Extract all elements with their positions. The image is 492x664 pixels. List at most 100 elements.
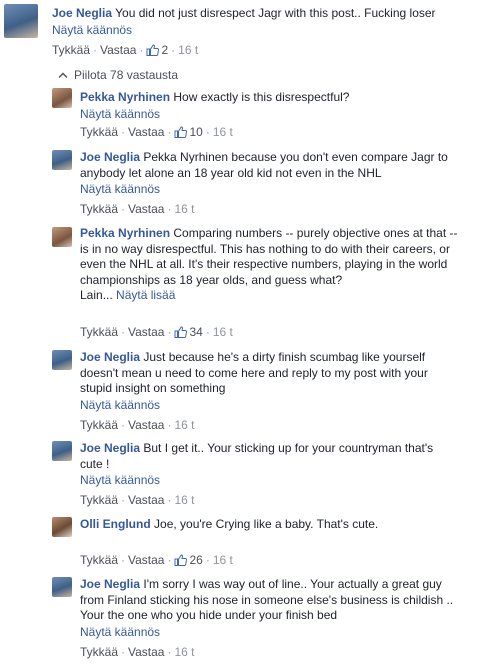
hide-replies-toggle[interactable]: Piilota 78 vastausta — [58, 68, 178, 82]
timestamp[interactable]: 16 t — [174, 492, 194, 508]
avatar-joe-neglia[interactable] — [52, 350, 72, 370]
avatar-pekka-nyrhinen[interactable] — [52, 227, 72, 247]
separator: · — [205, 125, 210, 139]
see-translation-link[interactable]: Näytä käännös — [80, 181, 472, 197]
thumbs-up-icon — [174, 554, 188, 566]
separator: · — [121, 553, 126, 567]
separator: · — [167, 645, 172, 659]
reply-button[interactable]: Vastaa — [100, 42, 136, 58]
like-count[interactable]: 34 — [174, 324, 203, 340]
separator: · — [167, 325, 172, 339]
reply-text: Pekka Nyrhinen How exactly is this disre… — [80, 90, 480, 122]
avatar-joe-neglia[interactable] — [52, 150, 72, 170]
like-count[interactable]: 26 — [174, 552, 203, 568]
like-count-value: 2 — [161, 43, 169, 57]
avatar-olli-englund[interactable] — [52, 517, 72, 537]
reply-button[interactable]: Vastaa — [128, 124, 164, 140]
like-count[interactable]: 10 — [174, 124, 203, 140]
timestamp[interactable]: 16 t — [213, 552, 233, 568]
separator: · — [167, 202, 172, 216]
comment-author[interactable]: Pekka Nyrhinen — [80, 90, 170, 104]
reply-text: Olli Englund Joe, you're Crying like a b… — [80, 517, 480, 533]
timestamp[interactable]: 16 t — [178, 42, 198, 58]
comment-actions: Tykkää · Vastaa · 16 t — [80, 201, 195, 217]
truncated-line: Lain... Näytä lisää — [80, 288, 464, 304]
separator: · — [121, 493, 126, 507]
see-translation-link[interactable]: Näytä käännös — [52, 22, 482, 38]
separator: · — [167, 125, 172, 139]
comment-actions: Tykkää · Vastaa · 16 t — [80, 492, 195, 508]
timestamp[interactable]: 16 t — [213, 324, 233, 340]
timestamp[interactable]: 16 t — [174, 644, 194, 660]
reply-text: Joe Neglia I'm sorry I was way out of li… — [80, 577, 464, 640]
like-button[interactable]: Tykkää — [80, 324, 118, 340]
reply-button[interactable]: Vastaa — [128, 201, 164, 217]
like-button[interactable]: Tykkää — [80, 417, 118, 433]
separator: · — [167, 553, 172, 567]
comment-thread: Joe Neglia You did not just disrespect J… — [0, 0, 492, 664]
reply-text: Joe Neglia Just because he's a dirty fin… — [80, 350, 448, 413]
top-comment-text: Joe Neglia You did not just disrespect J… — [52, 6, 482, 38]
separator: · — [167, 418, 172, 432]
separator: · — [121, 325, 126, 339]
comment-actions: Tykkää · Vastaa · 2 · 16 t — [52, 42, 198, 58]
comment-author[interactable]: Joe Neglia — [80, 577, 140, 591]
comment-actions: Tykkää · Vastaa · 16 t — [80, 644, 195, 660]
like-button[interactable]: Tykkää — [80, 492, 118, 508]
comment-author[interactable]: Joe Neglia — [80, 150, 140, 164]
comment-actions: Tykkää · Vastaa · 26 · 16 t — [80, 552, 233, 568]
timestamp[interactable]: 16 t — [174, 201, 194, 217]
comment-actions: Tykkää · Vastaa · 16 t — [80, 417, 195, 433]
like-button[interactable]: Tykkää — [80, 124, 118, 140]
like-count-value: 26 — [189, 553, 203, 567]
separator: · — [121, 418, 126, 432]
avatar-joe-neglia[interactable] — [52, 441, 72, 461]
comment-author[interactable]: Pekka Nyrhinen — [80, 226, 170, 240]
chevron-up-icon — [58, 72, 68, 78]
truncated-text: Lain... — [80, 288, 113, 302]
like-count-value: 10 — [189, 125, 203, 139]
comment-actions: Tykkää · Vastaa · 10 · 16 t — [80, 124, 233, 140]
see-translation-link[interactable]: Näytä käännös — [80, 472, 456, 488]
comment-author[interactable]: Olli Englund — [80, 517, 151, 531]
reply-text: Pekka Nyrhinen Comparing numbers -- pure… — [80, 226, 464, 304]
see-translation-link[interactable]: Näytä käännös — [80, 397, 448, 413]
timestamp[interactable]: 16 t — [213, 124, 233, 140]
like-button[interactable]: Tykkää — [52, 42, 90, 58]
thumbs-up-icon — [174, 326, 188, 338]
reply-button[interactable]: Vastaa — [128, 324, 164, 340]
comment-body: Joe, you're Crying like a baby. That's c… — [154, 517, 379, 531]
like-count-value: 34 — [189, 325, 203, 339]
thumbs-up-icon — [146, 44, 160, 56]
separator: · — [121, 125, 126, 139]
comment-body: How exactly is this disrespectful? — [173, 90, 350, 104]
avatar-joe-neglia[interactable] — [52, 577, 72, 597]
reply-button[interactable]: Vastaa — [128, 492, 164, 508]
comment-author[interactable]: Joe Neglia — [80, 350, 140, 364]
like-button[interactable]: Tykkää — [80, 552, 118, 568]
see-more-link[interactable]: Näytä lisää — [116, 288, 175, 302]
timestamp[interactable]: 16 t — [174, 417, 194, 433]
separator: · — [171, 43, 176, 57]
avatar-joe-neglia[interactable] — [4, 4, 38, 38]
like-button[interactable]: Tykkää — [80, 201, 118, 217]
separator: · — [205, 553, 210, 567]
reply-button[interactable]: Vastaa — [128, 552, 164, 568]
separator: · — [121, 645, 126, 659]
comment-author[interactable]: Joe Neglia — [80, 441, 140, 455]
comment-actions: Tykkää · Vastaa · 34 · 16 t — [80, 324, 233, 340]
reply-text: Joe Neglia Pekka Nyrhinen because you do… — [80, 150, 472, 197]
separator: · — [167, 493, 172, 507]
see-translation-link[interactable]: Näytä käännös — [80, 624, 464, 640]
reply-text: Joe Neglia But I get it.. Your sticking … — [80, 441, 456, 488]
reply-button[interactable]: Vastaa — [128, 417, 164, 433]
avatar-pekka-nyrhinen[interactable] — [52, 88, 72, 108]
comment-author[interactable]: Joe Neglia — [52, 6, 112, 20]
comment-body: You did not just disrespect Jagr with th… — [115, 6, 436, 20]
hide-replies-label: Piilota 78 vastausta — [74, 68, 179, 82]
like-count[interactable]: 2 — [146, 42, 168, 58]
reply-button[interactable]: Vastaa — [128, 644, 164, 660]
see-translation-link[interactable]: Näytä käännös — [80, 106, 480, 122]
separator: · — [121, 202, 126, 216]
like-button[interactable]: Tykkää — [80, 644, 118, 660]
